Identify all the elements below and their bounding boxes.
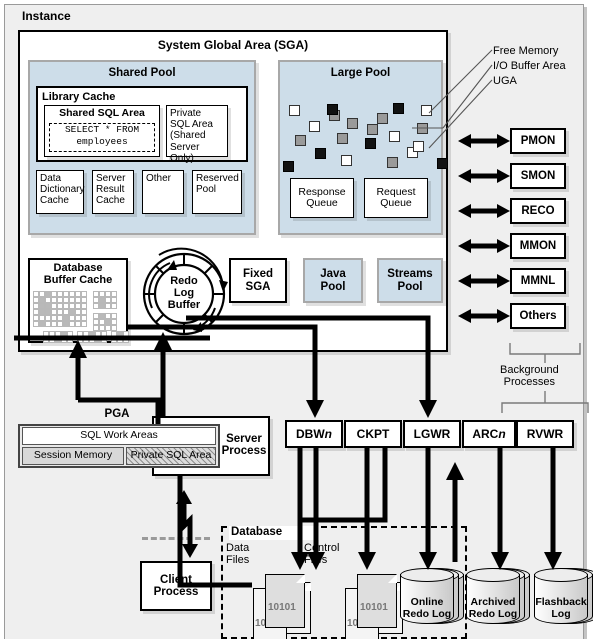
bidirectional-arrow: [458, 274, 510, 288]
oracle-architecture-diagram: Instance Instance System Global Area (SG…: [0, 0, 593, 639]
bidirectional-arrow: [458, 169, 510, 183]
bidirectional-arrow: [458, 309, 510, 323]
bidirectional-arrow: [458, 134, 510, 148]
bidirectional-arrow: [458, 239, 510, 253]
bidirectional-arrow: [458, 204, 510, 218]
